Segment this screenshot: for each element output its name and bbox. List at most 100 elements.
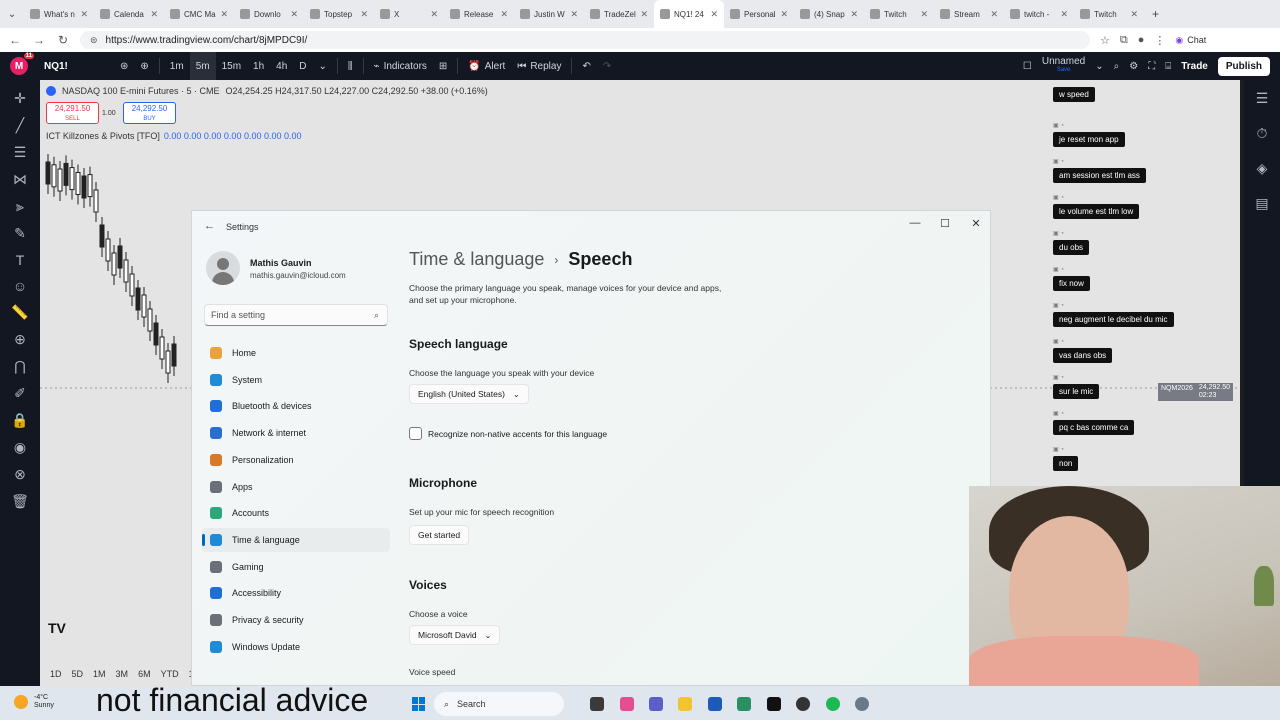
nav-item[interactable]: Accounts xyxy=(202,501,390,525)
date-range-button[interactable]: YTD xyxy=(161,669,179,679)
layers-icon[interactable]: ◈ xyxy=(1257,160,1268,177)
date-range-button[interactable]: 3M xyxy=(116,669,129,679)
timeframe-button[interactable]: D xyxy=(293,52,312,80)
timeframe-button[interactable]: 5m xyxy=(189,52,216,80)
browser-tab[interactable]: Release ✕ xyxy=(444,0,514,28)
zoom-icon[interactable]: ⊕ xyxy=(14,331,26,348)
ruler-icon[interactable]: 📏 xyxy=(11,304,28,321)
nav-item[interactable]: Home xyxy=(202,341,390,365)
redo-icon[interactable]: ↷ xyxy=(597,52,617,80)
star-icon[interactable]: ☆ xyxy=(1100,34,1110,47)
chat-bubble-icon[interactable]: ▤ xyxy=(1255,195,1268,212)
brush-tool-icon[interactable]: ✎ xyxy=(14,225,26,242)
close-tab-icon[interactable]: ✕ xyxy=(290,9,298,20)
browser-tab[interactable]: Stream ✕ xyxy=(934,0,1004,28)
magnet-icon[interactable]: ⋂ xyxy=(14,358,25,375)
date-range-button[interactable]: 5D xyxy=(72,669,84,679)
forecast-icon[interactable]: ⫸ xyxy=(16,198,24,215)
avatar[interactable] xyxy=(206,251,240,285)
indicator-legend[interactable]: ICT Killzones & Pivots [TFO] 0.00 0.00 0.… xyxy=(46,131,302,141)
alerts-clock-icon[interactable]: ⏱ xyxy=(1257,125,1268,142)
close-tab-icon[interactable]: ✕ xyxy=(920,9,928,20)
indicators-button[interactable]: ⌁ Indicators xyxy=(368,52,433,80)
close-tab-icon[interactable]: ✕ xyxy=(150,9,158,20)
nav-item[interactable]: Windows Update xyxy=(202,635,390,659)
browser-tab[interactable]: Justin W ✕ xyxy=(514,0,584,28)
windows-start-icon[interactable] xyxy=(412,697,426,711)
nav-item[interactable]: Accessibility xyxy=(202,581,390,605)
close-tab-icon[interactable]: ✕ xyxy=(640,9,648,20)
voice-dropdown[interactable]: Microsoft David ⌄ xyxy=(409,625,501,645)
accent-checkbox[interactable] xyxy=(409,427,422,440)
close-tab-icon[interactable]: ✕ xyxy=(220,9,228,20)
browser-tab[interactable]: Topstep ✕ xyxy=(304,0,374,28)
edge-icon[interactable] xyxy=(737,697,751,711)
browser-tab[interactable]: X ✕ xyxy=(374,0,444,28)
menu-icon[interactable]: ⋮ xyxy=(1154,34,1165,47)
quick-search-icon[interactable]: ⌕ xyxy=(1114,61,1120,72)
watchlist-icon[interactable]: ☰ xyxy=(1256,90,1269,107)
alert-button[interactable]: ⏰ Alert xyxy=(462,52,511,80)
tab-list-icon[interactable]: ⌄ xyxy=(0,9,24,20)
buy-button[interactable]: 24,292.50 BUY xyxy=(123,102,176,124)
nav-item[interactable]: Privacy & security xyxy=(202,608,390,632)
templates-icon[interactable]: ⊞ xyxy=(433,52,453,80)
camera-icon[interactable]: ⌸ xyxy=(1165,61,1171,72)
browser-tab[interactable]: NQ1! 24 ✕ xyxy=(654,0,724,28)
instrument-name[interactable]: NASDAQ 100 E-mini Futures · 5 · CME xyxy=(62,86,220,96)
layout-dropdown-icon[interactable]: ⌄ xyxy=(1095,61,1103,72)
nav-item[interactable]: Bluetooth & devices xyxy=(202,394,390,418)
browser-tab[interactable]: (4) Snap ✕ xyxy=(794,0,864,28)
speech-language-dropdown[interactable]: English (United States) ⌄ xyxy=(409,384,529,404)
pattern-icon[interactable]: ⋈ xyxy=(13,171,27,188)
store-icon[interactable] xyxy=(708,697,722,711)
fib-icon[interactable]: ☰ xyxy=(14,144,27,161)
close-tab-icon[interactable]: ✕ xyxy=(990,9,998,20)
new-tab-icon[interactable]: + xyxy=(1152,7,1159,21)
close-tab-icon[interactable]: ✕ xyxy=(500,9,508,20)
timeframe-button[interactable]: 1h xyxy=(247,52,270,80)
teams-icon[interactable] xyxy=(649,697,663,711)
trendline-icon[interactable]: ╱ xyxy=(16,117,24,134)
browser-tab[interactable]: Personal ✕ xyxy=(724,0,794,28)
breadcrumb-parent[interactable]: Time & language xyxy=(409,249,544,270)
url-field[interactable]: ⊜ https://www.tradingview.com/chart/8jMP… xyxy=(80,31,1090,49)
profile-icon[interactable]: ● xyxy=(1138,34,1145,46)
close-tab-icon[interactable]: ✕ xyxy=(710,9,718,20)
get-started-button[interactable]: Get started xyxy=(409,525,470,545)
file-explorer-icon[interactable] xyxy=(678,697,692,711)
forward-icon[interactable]: → xyxy=(32,33,46,47)
symbol-settings-icon[interactable]: ⊛ xyxy=(114,52,134,80)
date-range-button[interactable]: 1M xyxy=(93,669,106,679)
layout-checkbox-icon[interactable]: ☐ xyxy=(1023,61,1032,72)
date-range-button[interactable]: 1D xyxy=(50,669,62,679)
copilot-taskbar-icon[interactable] xyxy=(620,697,634,711)
browser-tab[interactable]: Downlo ✕ xyxy=(234,0,304,28)
nav-item[interactable]: Apps xyxy=(202,475,390,499)
browser-tab[interactable]: Calenda ✕ xyxy=(94,0,164,28)
publish-button[interactable]: Publish xyxy=(1217,56,1270,76)
settings-search-input[interactable]: Find a setting ⌕ xyxy=(204,304,388,326)
minimize-icon[interactable]: — xyxy=(905,217,925,229)
browser-tab[interactable]: Twitch ✕ xyxy=(1074,0,1144,28)
settings-taskbar-icon[interactable] xyxy=(855,697,869,711)
settings-gear-icon[interactable]: ⚙ xyxy=(1129,61,1138,72)
nav-item[interactable]: Gaming xyxy=(202,555,390,579)
back-icon[interactable]: ← xyxy=(8,33,22,47)
extensions-icon[interactable]: ⧉ xyxy=(1120,34,1128,47)
close-tab-icon[interactable]: ✕ xyxy=(360,9,368,20)
nav-item[interactable]: Personalization xyxy=(202,448,390,472)
replay-button[interactable]: ⏮ Replay xyxy=(511,52,567,80)
close-icon[interactable]: ✕ xyxy=(966,217,986,230)
browser-tab[interactable]: What's n ✕ xyxy=(24,0,94,28)
timeframe-button[interactable]: 4h xyxy=(270,52,293,80)
emoji-icon[interactable]: ☺ xyxy=(13,278,27,294)
browser-tab[interactable]: Twitch ✕ xyxy=(864,0,934,28)
back-arrow-icon[interactable]: ← xyxy=(204,220,215,232)
fullscreen-icon[interactable]: ⛶ xyxy=(1148,61,1155,72)
sell-button[interactable]: 24,291.50 SELL xyxy=(46,102,99,124)
timeframe-button[interactable]: 15m xyxy=(216,52,247,80)
close-tab-icon[interactable]: ✕ xyxy=(850,9,858,20)
trash-icon[interactable]: 🗑 xyxy=(11,493,29,510)
globe-icon[interactable]: ⊗ xyxy=(14,466,26,483)
